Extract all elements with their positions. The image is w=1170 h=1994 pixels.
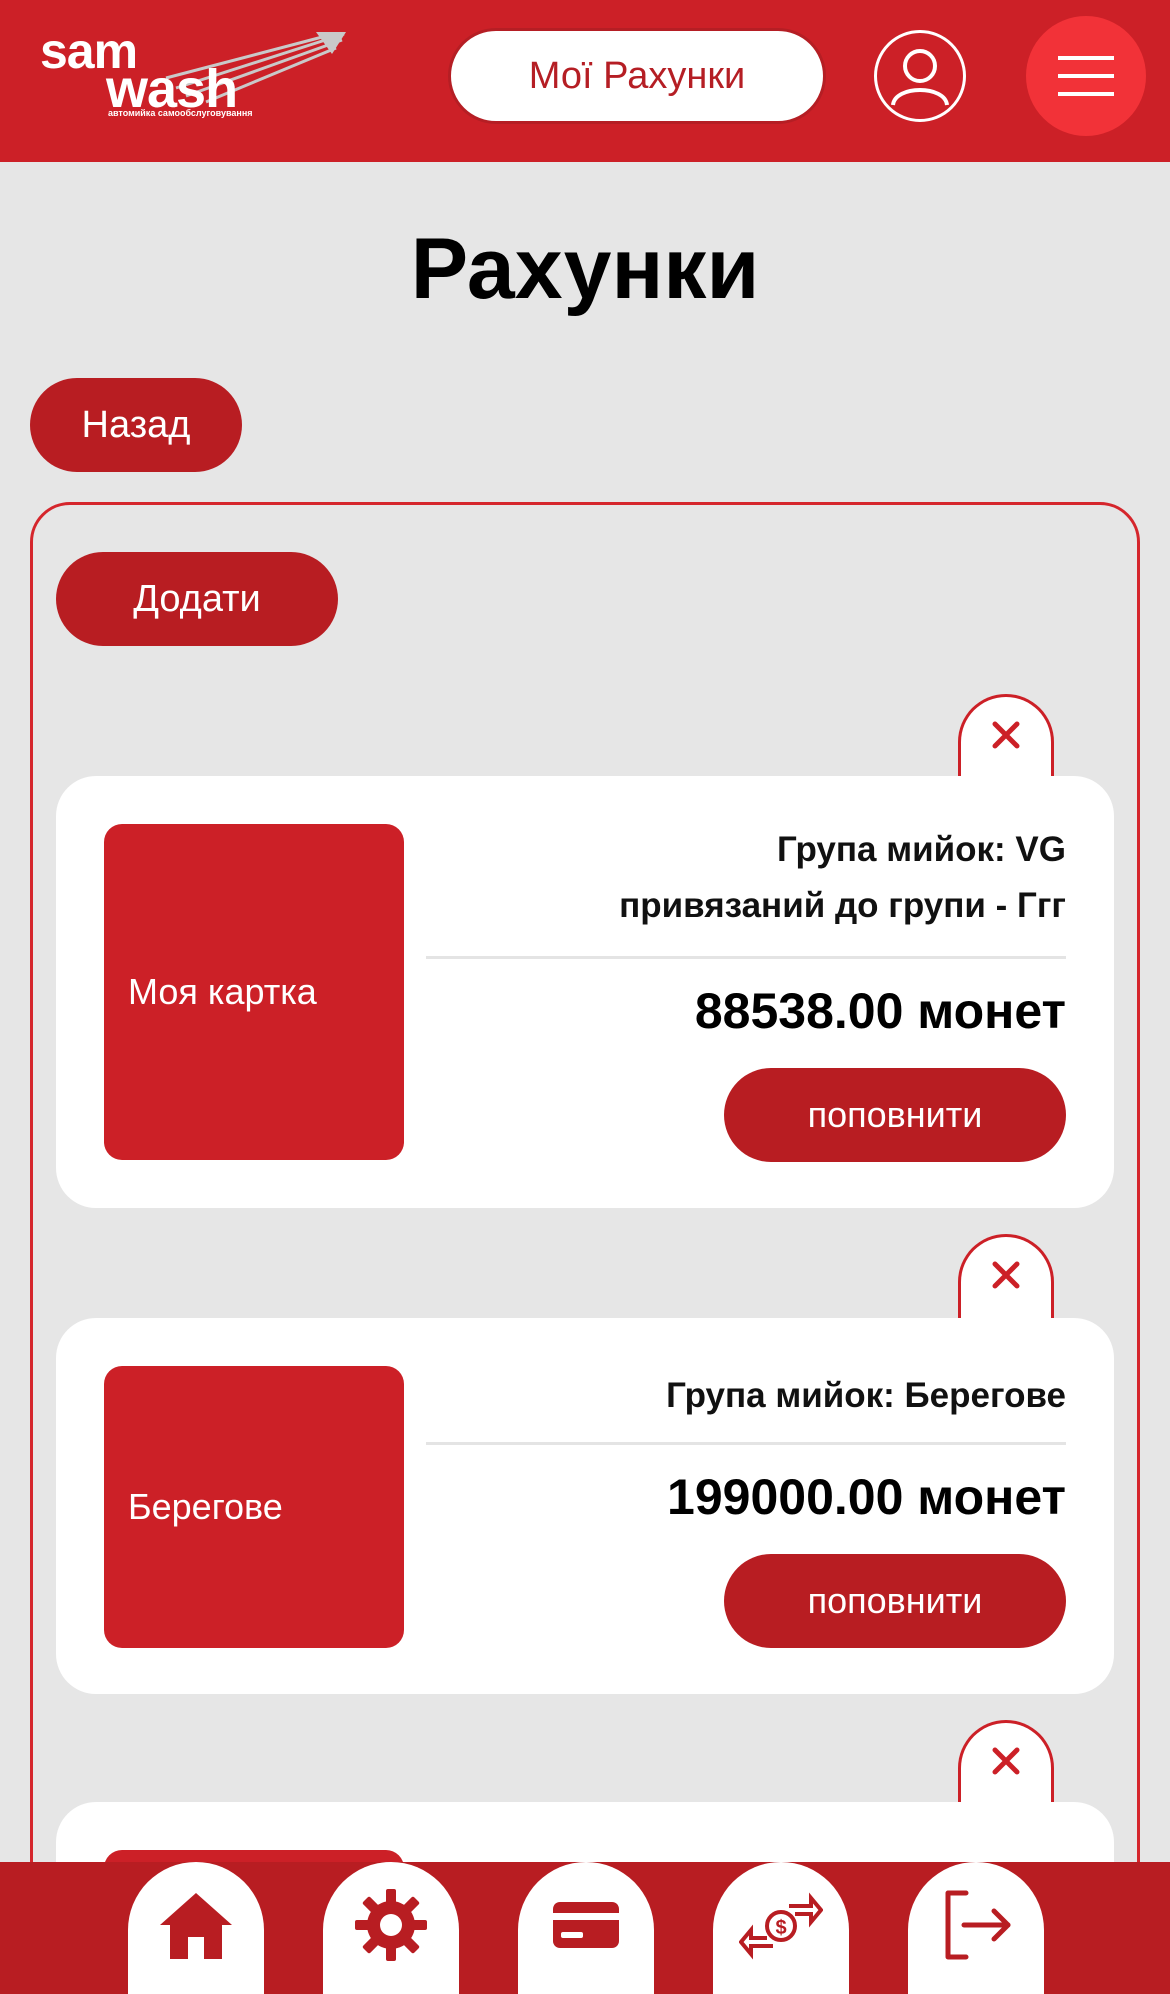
card-thumbnail[interactable]: Моя картка <box>104 824 404 1160</box>
close-icon <box>992 1747 1020 1774</box>
user-icon <box>891 49 949 106</box>
card-group-name: Група мийок: VG <box>777 830 1066 869</box>
card-thumbnail[interactable]: Берегове <box>104 1366 404 1648</box>
nav-settings[interactable] <box>323 1862 459 1994</box>
card-divider <box>426 1442 1066 1445</box>
logo-tagline: автомийка самообслуговування <box>108 108 253 118</box>
add-account-button[interactable]: Додати <box>56 552 338 646</box>
back-button[interactable]: Назад <box>30 378 242 472</box>
nav-payments[interactable]: $ <box>713 1862 849 1994</box>
card-group-name: Група мийок: Берегове <box>666 1376 1066 1415</box>
page-title: Рахунки <box>410 221 760 317</box>
card-balance: 199000.00 монет <box>667 1469 1066 1525</box>
topup-button[interactable]: поповнити <box>724 1554 1066 1648</box>
header-bar: sam wash автомийка самообслуговування Мо… <box>0 0 1170 162</box>
remove-account-button[interactable] <box>958 1234 1054 1324</box>
svg-text:$: $ <box>775 1917 786 1939</box>
nav-logout[interactable] <box>908 1862 1044 1994</box>
card-group-info: Група мийок: Берегове <box>666 1368 1066 1424</box>
remove-account-button[interactable] <box>958 1720 1054 1810</box>
card-icon <box>553 1902 619 1948</box>
card-group-info: Група мийок: VG привязаний до групи - Гг… <box>619 822 1066 934</box>
remove-account-button[interactable] <box>958 694 1054 784</box>
menu-button[interactable] <box>1026 16 1146 136</box>
card-group-binding: привязаний до групи - Ггг <box>619 886 1066 925</box>
card-divider <box>426 956 1066 959</box>
card-balance: 88538.00 монет <box>694 983 1066 1039</box>
topup-button[interactable]: поповнити <box>724 1068 1066 1162</box>
nav-home[interactable] <box>128 1862 264 1994</box>
nav-cards[interactable] <box>518 1862 654 1994</box>
my-accounts-button[interactable]: Мої Рахунки <box>448 28 826 124</box>
settings-gear-icon <box>355 1889 427 1961</box>
samwash-logo[interactable]: sam wash автомийка самообслуговування <box>36 22 346 122</box>
profile-button[interactable] <box>874 30 966 122</box>
hamburger-icon <box>1058 56 1114 96</box>
close-icon <box>992 721 1020 748</box>
close-icon <box>992 1261 1020 1288</box>
money-exchange-icon: $ <box>739 1892 823 1960</box>
logout-icon <box>945 1890 1011 1960</box>
home-icon <box>160 1893 232 1959</box>
account-card: Берегове Група мийок: Берегове 199000.00… <box>56 1318 1114 1694</box>
account-card: Моя картка Група мийок: VG привязаний до… <box>56 776 1114 1208</box>
